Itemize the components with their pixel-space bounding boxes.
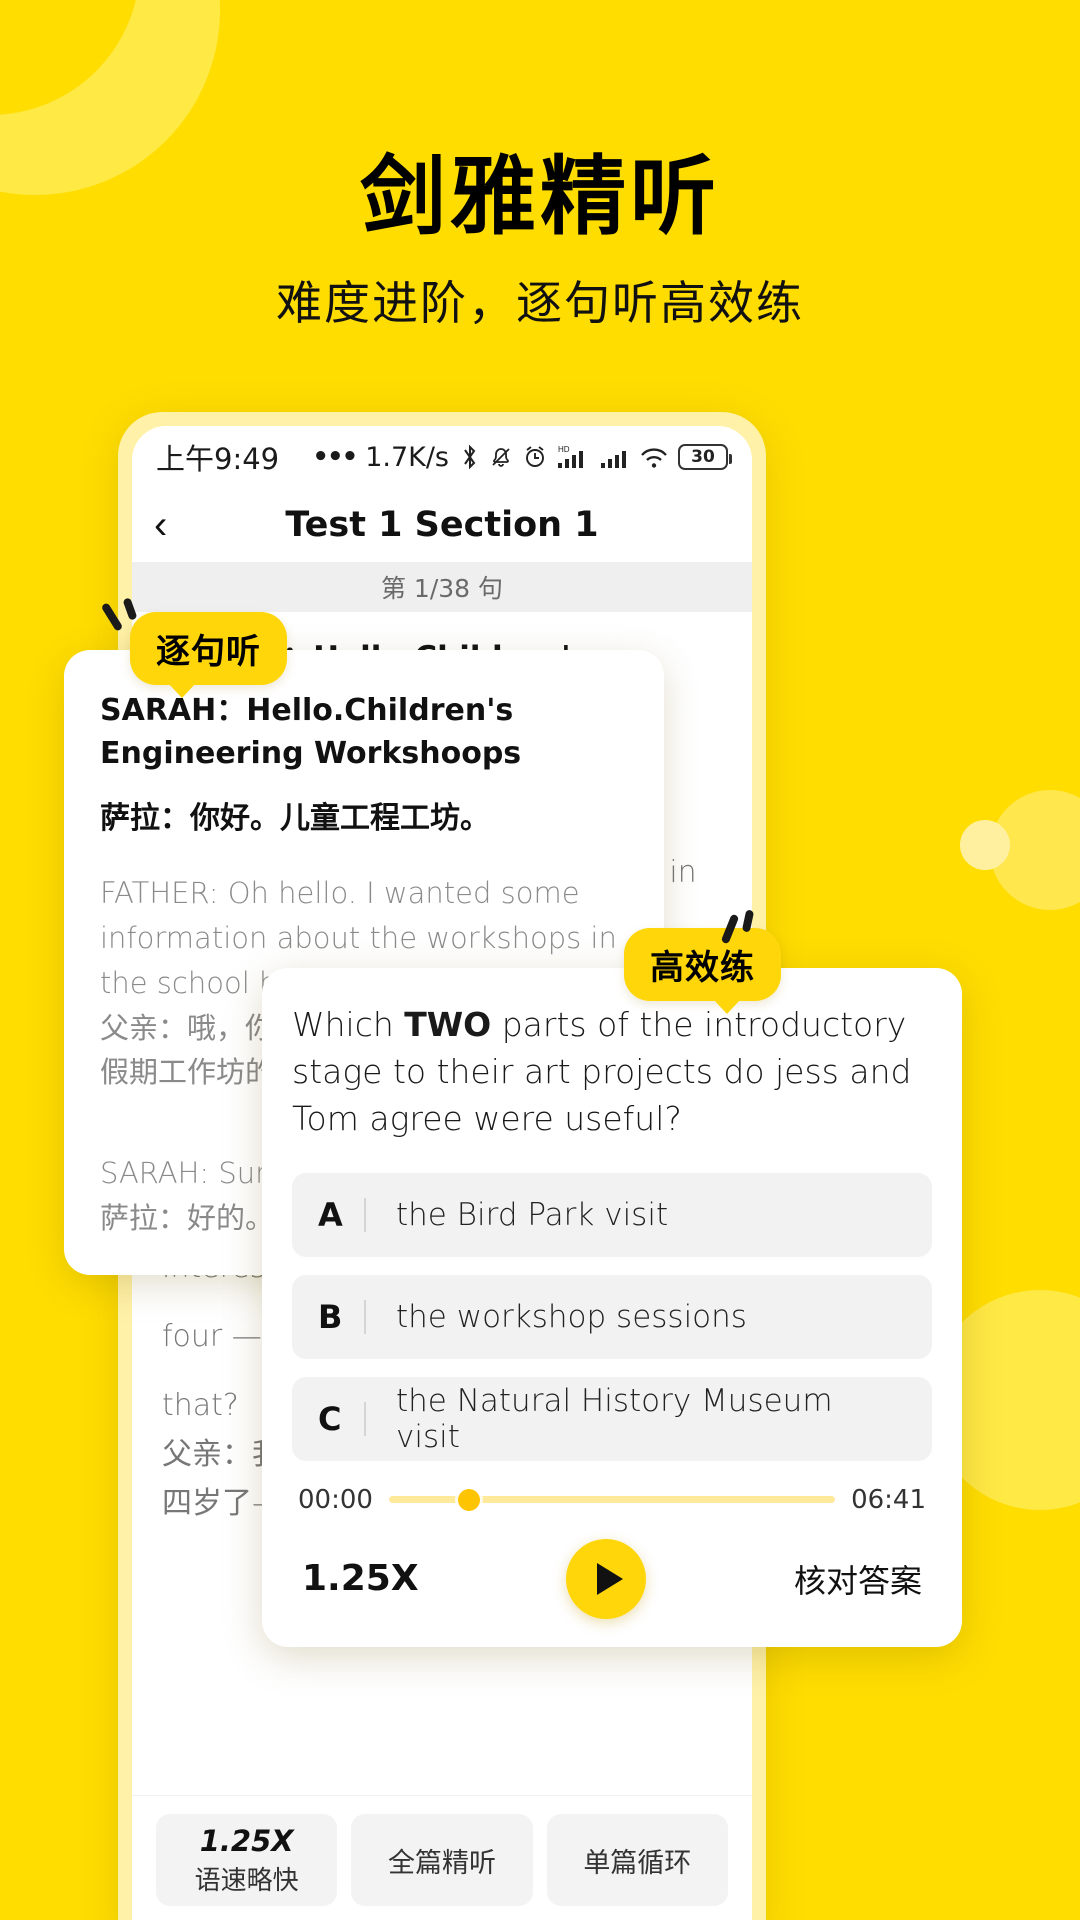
sparkle-icon-practice xyxy=(720,908,776,948)
page-title: 剑雅精听 xyxy=(360,147,720,247)
svg-text:HD: HD xyxy=(558,445,570,454)
option-c-key: C xyxy=(318,1399,342,1438)
promo-header: 剑雅精听 难度进阶，逐句听高效练 xyxy=(0,150,1080,333)
option-a-text: the Bird Park visit xyxy=(396,1196,669,1233)
status-time: 上午9:49 xyxy=(156,442,280,476)
decor-circle-right-2 xyxy=(960,820,1010,870)
alarm-clock-icon xyxy=(522,443,548,471)
duration-time: 06:41 xyxy=(851,1484,926,1515)
signal-bars-icon: HD xyxy=(557,443,591,471)
question-emphasis: TWO xyxy=(404,1005,492,1044)
sparkle-icon-sentence xyxy=(100,596,158,636)
option-divider xyxy=(364,1197,366,1232)
option-c[interactable]: C the Natural History Museum visit xyxy=(292,1376,932,1461)
speed-button-label: 语速略快 xyxy=(194,1865,299,1896)
option-b-text: the workshop sessions xyxy=(396,1298,747,1335)
option-b-key: B xyxy=(318,1297,343,1336)
option-a-key: A xyxy=(318,1195,343,1234)
speed-button-value: 1.25X xyxy=(199,1823,294,1858)
audio-player: 00:00 06:41 1.25X 核对答案 xyxy=(292,1479,932,1647)
option-b[interactable]: B the workshop sessions xyxy=(292,1274,932,1359)
option-a[interactable]: A the Bird Park visit xyxy=(292,1172,932,1257)
question-card: Which TWO parts of the introductory stag… xyxy=(262,968,962,1647)
option-c-text: the Natural History Museum visit xyxy=(395,1382,833,1455)
page-subtitle: 难度进阶，逐句听高效练 xyxy=(276,275,804,330)
speed-button[interactable]: 1.25X 语速略快 xyxy=(156,1814,338,1906)
bell-muted-icon xyxy=(489,443,513,471)
progress-knob[interactable] xyxy=(458,1488,481,1511)
loop-button[interactable]: 单篇循环 xyxy=(546,1814,728,1906)
bluetooth-icon xyxy=(460,443,480,471)
chevron-left-icon[interactable]: ‹ xyxy=(154,505,167,545)
player-controls: 1.25X 核对答案 xyxy=(298,1538,926,1619)
sentence-counter: 第 1/38 句 xyxy=(132,562,752,612)
status-bar: 上午9:49 ••• 1.7K/s HD 30 xyxy=(132,426,752,488)
playback-speed[interactable]: 1.25X xyxy=(302,1558,419,1599)
question-prefix: Which xyxy=(292,1005,405,1044)
full-listen-button[interactable]: 全篇精听 xyxy=(351,1814,533,1906)
battery-indicator: 30 xyxy=(678,444,732,470)
battery-level: 30 xyxy=(691,447,715,467)
nav-title: Test 1 Section 1 xyxy=(285,505,599,545)
full-listen-label: 全篇精听 xyxy=(387,1847,496,1879)
option-divider xyxy=(364,1299,366,1334)
elapsed-time: 00:00 xyxy=(298,1484,373,1515)
status-dots: ••• xyxy=(312,442,358,472)
network-speed: 1.7K/s xyxy=(365,441,449,473)
wifi-icon xyxy=(639,443,669,471)
callout-line-zh: 萨拉：你好。儿童工程工坊。 xyxy=(100,801,490,837)
loop-label: 单篇循环 xyxy=(583,1847,692,1879)
option-list: A the Bird Park visit B the workshop ses… xyxy=(292,1172,932,1461)
play-button[interactable] xyxy=(566,1538,647,1619)
progress-slider[interactable] xyxy=(388,1488,836,1511)
signal-bars-icon-2 xyxy=(600,443,630,471)
callout-line-en: SARAH：Hello.Children's Engineering Works… xyxy=(100,693,522,771)
player-toolbar: 1.25X 语速略快 全篇精听 单篇循环 xyxy=(132,1795,752,1920)
play-icon xyxy=(596,1562,623,1595)
progress-row: 00:00 06:41 xyxy=(298,1485,926,1515)
nav-bar: ‹ Test 1 Section 1 xyxy=(132,488,752,562)
check-answer-button[interactable]: 核对答案 xyxy=(794,1556,922,1602)
option-divider xyxy=(363,1401,366,1436)
question-text: Which TWO parts of the introductory stag… xyxy=(292,1002,932,1143)
